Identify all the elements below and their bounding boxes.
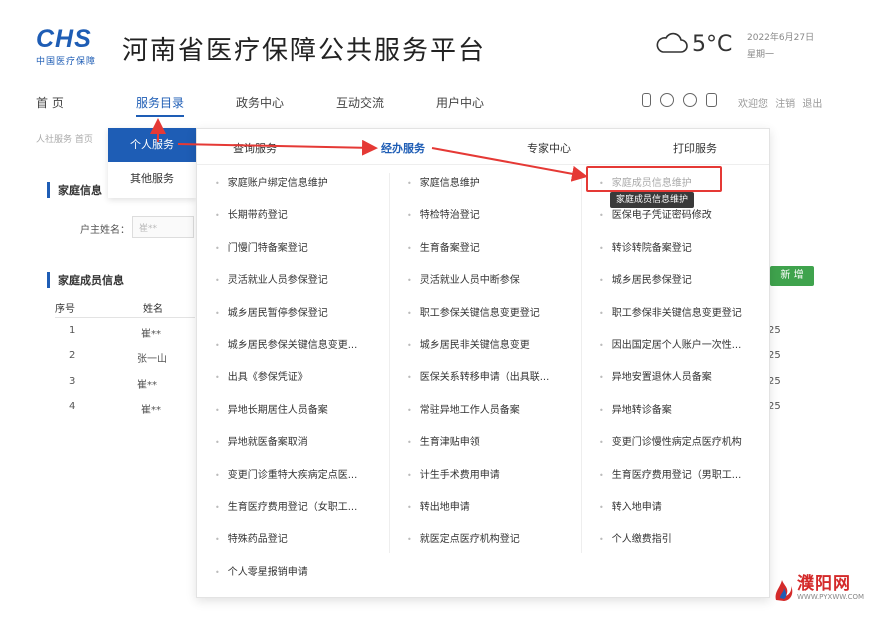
column-divider <box>389 173 390 553</box>
temperature: 5°C <box>692 31 733 57</box>
cat-print-service[interactable]: 打印服务 <box>673 140 717 156</box>
menu-item[interactable]: 异地长期居住人员备案 <box>215 401 328 416</box>
row-no: 1 <box>69 325 76 336</box>
highlight-box <box>586 166 722 192</box>
menu-tooltip: 家庭成员信息维护 <box>610 192 695 208</box>
nav-home[interactable]: 首 页 <box>36 94 64 111</box>
watermark-name: 濮阳网 <box>797 573 851 594</box>
row-name: 张一山 <box>137 354 167 365</box>
owner-label: 户主姓名： <box>80 225 130 236</box>
cloud-icon <box>656 32 688 53</box>
cat-query-service[interactable]: 查询服务 <box>233 140 277 156</box>
nav-icon-group <box>642 93 717 107</box>
accessibility-icon[interactable] <box>683 93 697 107</box>
menu-item[interactable]: 门慢门特备案登记 <box>215 239 308 254</box>
tab-personal-service[interactable]: 个人服务 <box>108 128 196 162</box>
col-header-name: 姓名 <box>143 304 163 315</box>
menu-item[interactable]: 常驻异地工作人员备案 <box>407 401 520 416</box>
logo-subtitle: 中国医疗保障 <box>36 57 97 67</box>
menu-item[interactable]: 个人零星报销申请 <box>215 563 308 578</box>
cat-expert-center[interactable]: 专家中心 <box>527 140 571 156</box>
service-type-tabs: 个人服务 其他服务 <box>108 128 196 198</box>
menu-item[interactable]: 转入地申请 <box>599 498 662 513</box>
menu-item[interactable]: 转诊转院备案登记 <box>599 239 692 254</box>
nav-user-center[interactable]: 用户中心 <box>436 94 484 111</box>
nav-interaction[interactable]: 互动交流 <box>336 94 384 111</box>
cat-handling-service[interactable]: 经办服务 <box>381 140 425 156</box>
menu-item[interactable]: 异地就医备案取消 <box>215 433 308 448</box>
menu-item[interactable]: 特检特治登记 <box>407 206 480 221</box>
watermark-text: 濮阳网 WWW.PYXWW.COM <box>797 575 864 602</box>
watermark-logo: 濮阳网 WWW.PYXWW.COM <box>772 574 864 602</box>
main-nav: 首 页 服务目录 政务中心 互动交流 用户中心 欢迎您 注销 退出 <box>0 88 892 117</box>
date-box: 2022年6月27日 星期一 <box>747 30 814 64</box>
members-title: 家庭成员信息 <box>47 272 124 288</box>
welcome-text: 欢迎您 <box>738 99 768 110</box>
menu-item[interactable]: 生育津贴申领 <box>407 433 480 448</box>
row-no: 3 <box>69 376 76 387</box>
col-header-no: 序号 <box>55 304 75 315</box>
menu-item[interactable]: 灵活就业人员中断参保 <box>407 271 520 286</box>
menu-item[interactable]: 家庭账户绑定信息维护 <box>215 174 328 189</box>
add-member-button[interactable]: 新 增 <box>770 266 814 286</box>
menu-item[interactable]: 变更门诊慢性病定点医疗机构 <box>599 433 742 448</box>
date: 2022年6月27日 <box>747 33 815 43</box>
nav-service-catalog[interactable]: 服务目录 <box>136 94 185 117</box>
flame-logo-icon <box>775 580 793 601</box>
user-links: 欢迎您 注销 退出 <box>738 95 826 110</box>
menu-item[interactable]: 转出地申请 <box>407 498 470 513</box>
weekday: 星期一 <box>747 50 775 60</box>
mobile-icon[interactable] <box>642 93 651 107</box>
members-table-header: 序号 姓名 <box>55 296 195 318</box>
wechat-icon[interactable] <box>660 93 674 107</box>
row-name: 崔** <box>141 405 161 416</box>
logo-mark: CHS <box>36 25 92 53</box>
tab-other-service[interactable]: 其他服务 <box>108 162 196 196</box>
menu-item[interactable]: 就医定点医疗机构登记 <box>407 530 520 545</box>
table-row[interactable]: 1 崔** <box>55 321 195 346</box>
weather-widget: 5°C <box>654 30 732 58</box>
site-title: 河南省医疗保障公共服务平台 <box>122 36 487 66</box>
row-no: 2 <box>69 350 76 361</box>
family-info-title: 家庭信息 <box>47 182 102 198</box>
menu-item[interactable]: 异地转诊备案 <box>599 401 672 416</box>
table-row[interactable]: 3 崔** <box>55 372 195 397</box>
row-name: 崔** <box>137 380 157 391</box>
menu-item[interactable]: 计生手术费用申请 <box>407 466 500 481</box>
menu-item[interactable]: 医保电子凭证密码修改 <box>599 206 712 221</box>
menu-item[interactable]: 职工参保关键信息变更登记 <box>407 304 540 319</box>
menu-item[interactable]: 异地安置退休人员备案 <box>599 368 712 383</box>
logout-link[interactable]: 注销 <box>775 99 795 110</box>
menu-item[interactable]: 家庭信息维护 <box>407 174 480 189</box>
owner-input[interactable]: 崔** <box>132 216 194 238</box>
row-no: 4 <box>69 401 76 412</box>
menu-item[interactable]: 出具《参保凭证》 <box>215 368 308 383</box>
row-name: 崔** <box>141 329 161 340</box>
menu-item[interactable]: 变更门诊重特大疾病定点医... <box>215 466 358 481</box>
menu-item[interactable]: 城乡居民非关键信息变更 <box>407 336 530 351</box>
menu-item[interactable]: 长期带药登记 <box>215 206 288 221</box>
menu-item[interactable]: 城乡居民参保关键信息变更... <box>215 336 358 351</box>
watermark-url: WWW.PYXWW.COM <box>797 592 865 601</box>
menu-item[interactable]: 城乡居民参保登记 <box>599 271 692 286</box>
nav-government-center[interactable]: 政务中心 <box>236 94 284 111</box>
menu-item[interactable]: 生育备案登记 <box>407 239 480 254</box>
menu-item[interactable]: 城乡居民暂停参保登记 <box>215 304 328 319</box>
breadcrumb: 人社服务 首页 <box>36 135 93 145</box>
table-row[interactable]: 2 张一山 <box>55 346 195 371</box>
menu-item[interactable]: 特殊药品登记 <box>215 530 288 545</box>
menu-item[interactable]: 职工参保非关键信息变更登记 <box>599 304 742 319</box>
menu-item[interactable]: 生育医疗费用登记（女职工... <box>215 498 358 513</box>
menu-item[interactable]: 因出国定居个人账户一次性... <box>599 336 742 351</box>
table-row[interactable]: 4 崔** <box>55 397 195 422</box>
category-bar: 查询服务 经办服务 专家中心 打印服务 <box>197 129 769 165</box>
menu-item[interactable]: 生育医疗费用登记（男职工... <box>599 466 742 481</box>
tablet-icon[interactable] <box>706 93 717 107</box>
menu-item[interactable]: 医保关系转移申请（出具联... <box>407 368 550 383</box>
menu-item[interactable]: 个人缴费指引 <box>599 530 672 545</box>
exit-link[interactable]: 退出 <box>802 99 822 110</box>
logo: CHS 中国医疗保障 <box>36 26 106 67</box>
menu-item[interactable]: 灵活就业人员参保登记 <box>215 271 328 286</box>
column-divider <box>581 173 582 553</box>
